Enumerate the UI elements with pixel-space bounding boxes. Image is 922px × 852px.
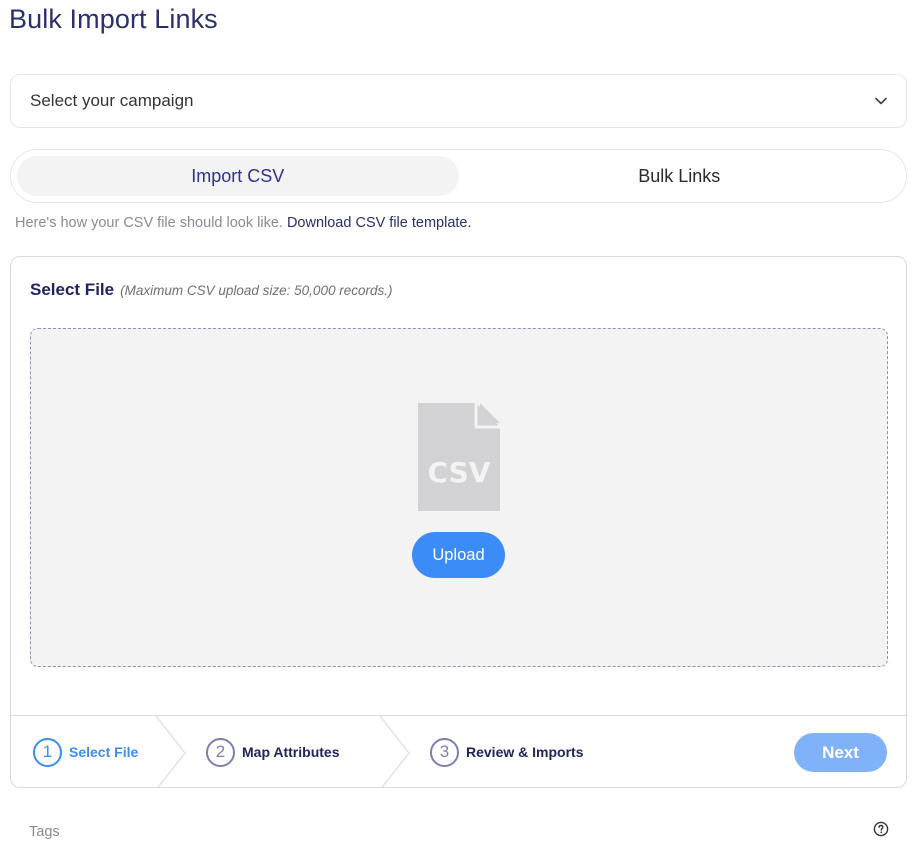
campaign-select[interactable]: Select your campaign (10, 74, 907, 128)
csv-hint: Here's how your CSV file should look lik… (15, 215, 472, 231)
csv-hint-text: Here's how your CSV file should look lik… (15, 215, 283, 231)
step-separator-chevron (155, 716, 186, 787)
step-label: Map Attributes (242, 744, 340, 760)
tags-label: Tags (29, 824, 60, 840)
step-label: Select File (69, 744, 139, 760)
upload-limit-note: (Maximum CSV upload size: 50,000 records… (120, 283, 393, 298)
help-circle-icon[interactable] (873, 821, 889, 837)
download-template-link[interactable]: Download CSV file template. (287, 215, 472, 231)
step-number: 2 (206, 737, 235, 767)
step-select-file: 1 Select File (33, 716, 139, 787)
select-file-title: Select File (30, 280, 115, 299)
step-number: 1 (33, 737, 62, 767)
next-button[interactable]: Next (794, 733, 887, 772)
campaign-select-label: Select your campaign (30, 91, 194, 110)
step-review-imports: 3 Review & Imports (430, 716, 584, 787)
chevron-down-icon (874, 94, 888, 108)
select-file-card: Select File (Maximum CSV upload size: 50… (10, 256, 907, 788)
import-stepper: 1 Select File 2 Map Attributes 3 Review … (11, 715, 906, 787)
step-number: 3 (430, 737, 459, 767)
file-dropzone[interactable]: CSV Upload (30, 328, 888, 667)
tab-import-csv[interactable]: Import CSV (17, 156, 459, 196)
step-label: Review & Imports (466, 744, 584, 760)
select-file-header: Select File (Maximum CSV upload size: 50… (30, 280, 392, 300)
page-title: Bulk Import Links (9, 4, 218, 34)
csv-file-icon: CSV (418, 403, 500, 511)
import-mode-tabs: Import CSV Bulk Links (10, 149, 907, 203)
step-separator-chevron (379, 716, 410, 787)
tab-bulk-links[interactable]: Bulk Links (459, 156, 901, 196)
csv-icon-text: CSV (428, 456, 491, 489)
step-map-attributes: 2 Map Attributes (206, 716, 340, 787)
upload-button[interactable]: Upload (412, 532, 505, 578)
